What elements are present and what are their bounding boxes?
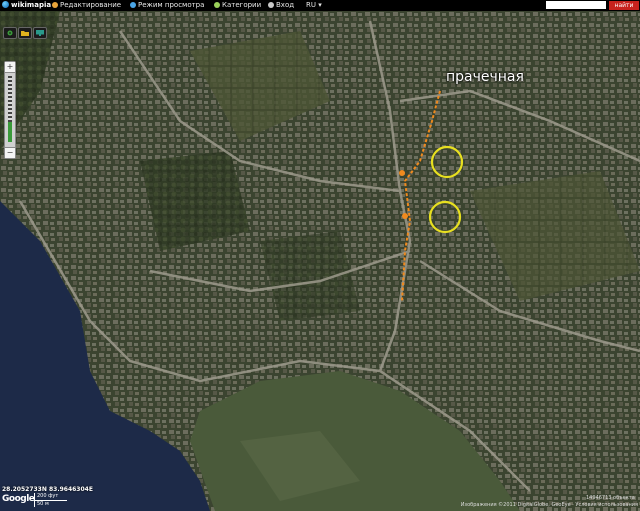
- tag-icon: [214, 2, 220, 8]
- google-logo: Google: [2, 494, 35, 504]
- zoom-control[interactable]: + −: [4, 61, 16, 159]
- object-count: 14946713 объекта: [586, 495, 635, 501]
- zoom-out-button[interactable]: −: [5, 147, 15, 158]
- menu-view-mode[interactable]: Режим просмотра: [130, 0, 204, 11]
- menu-categories[interactable]: Категории: [214, 0, 261, 11]
- monitor-icon: [36, 30, 44, 36]
- scale-imperial: 200 фут: [37, 493, 59, 499]
- user-icon: [268, 2, 274, 8]
- zoom-level-indicator: [8, 122, 12, 142]
- gear-icon: [7, 30, 13, 36]
- globe-icon: [2, 1, 9, 8]
- top-bar: wikimapia Редактирование Режим просмотра…: [0, 0, 640, 11]
- menu-login[interactable]: Вход: [268, 0, 294, 11]
- menu-edit[interactable]: Редактирование: [52, 0, 121, 11]
- search-input[interactable]: [546, 1, 606, 9]
- tool-monitor-button[interactable]: [33, 27, 47, 39]
- attribution[interactable]: Изображения ©2011 DigitalGlobe, GeoEye ·…: [461, 502, 638, 508]
- zoom-in-button[interactable]: +: [5, 62, 15, 73]
- tool-settings-button[interactable]: [3, 27, 17, 39]
- search-button[interactable]: найти: [609, 1, 639, 10]
- language-select[interactable]: RU ▾: [306, 0, 322, 11]
- place-label[interactable]: прачечная: [446, 69, 524, 85]
- wikimapia-logo[interactable]: wikimapia: [2, 0, 51, 11]
- coordinates-readout: 28.2052733N 83.9646304E: [2, 486, 93, 493]
- route-marker: [399, 170, 405, 176]
- satellite-imagery: [0, 11, 640, 511]
- folder-icon: [21, 31, 29, 36]
- satellite-map[interactable]: + − прачечная 28.2052733N 83.9646304E Go…: [0, 11, 640, 511]
- scale-metric: 50 м: [37, 501, 49, 507]
- scale-bar: 200 фут 50 м: [34, 493, 67, 507]
- tool-folder-button[interactable]: [18, 27, 32, 39]
- route-marker: [402, 213, 408, 219]
- eye-icon: [130, 2, 136, 8]
- pencil-icon: [52, 2, 58, 8]
